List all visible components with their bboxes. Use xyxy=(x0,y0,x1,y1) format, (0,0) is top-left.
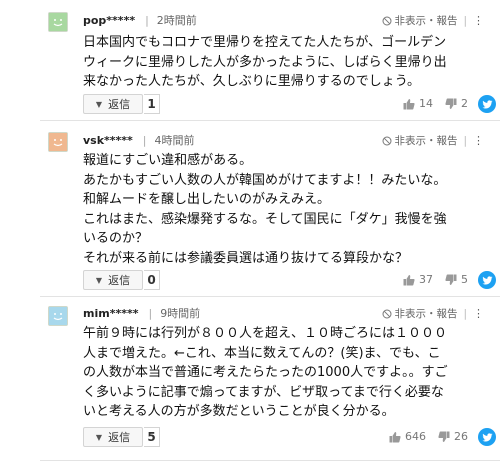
comment-line: く多いように記事で煽ってますが、ビザ取ってまで行く必要な xyxy=(83,384,444,400)
ban-icon xyxy=(382,309,392,318)
comment-line: 来なかった人たちが、久しぶりに里帰りするのでしょう。 xyxy=(83,74,420,90)
twitter-share-button[interactable] xyxy=(478,271,496,289)
caret-down-icon: ▼ xyxy=(95,99,103,109)
more-options-icon[interactable]: ⋮ xyxy=(473,14,484,27)
avatar[interactable] xyxy=(48,306,68,326)
reply-label: 返信 xyxy=(108,274,131,287)
dislike-count: 5 xyxy=(461,273,468,286)
ban-icon xyxy=(382,16,392,25)
comment-line: の人数が本当で普通に考えたらたったの1000人ですよ。。すご xyxy=(83,365,448,381)
comment-line: あたかもすごい人数の人が韓国めがけてますよ！！みたいな。 xyxy=(83,172,447,188)
comment-username[interactable]: vsk***** xyxy=(83,134,133,147)
thumbs-up-icon xyxy=(403,274,415,285)
caret-down-icon: ▼ xyxy=(95,275,103,285)
comment-line: 人まで増えた。←これ、本当に数えてんの？(笑)ま、でも、こ xyxy=(83,345,441,361)
like-button[interactable]: 646 xyxy=(389,430,426,443)
comment-time: 4時間前 xyxy=(154,134,195,147)
comment-line: それが来る前には参議委員選は通り抜けてる算段かな？ xyxy=(83,250,409,266)
comment-time: 9時間前 xyxy=(160,307,201,320)
hide-report-label: 非表示・報告 xyxy=(394,308,458,320)
smiley-avatar-icon xyxy=(49,133,67,151)
reply-count: 5 xyxy=(144,427,160,447)
reply-count: 1 xyxy=(144,94,160,114)
dislike-count: 26 xyxy=(454,430,468,443)
comment-line: 報道にすごい違和感がある。 xyxy=(83,153,253,168)
like-count: 37 xyxy=(419,273,433,286)
vote-area: 14 2 xyxy=(403,97,468,110)
reply-label: 返信 xyxy=(108,98,131,111)
hide-report-link[interactable]: 非表示・報告 xyxy=(382,13,457,28)
comment-line: 和解ムードを醸し出したいのがみえみえ。 xyxy=(83,192,331,208)
comment-line: 日本国内でもコロナで里帰りを控えてた人たちが、ゴールデン xyxy=(83,35,447,50)
hide-report-label: 非表示・報告 xyxy=(394,15,458,27)
comment-item: mim***** | 9時間前 非表示・報告 | ⋮ 午前９時には行列が８００人を超… xyxy=(40,297,500,461)
twitter-bird-icon xyxy=(481,99,493,109)
comment-line: いと考える人の方が多数だということが良く分かる。 xyxy=(83,404,395,420)
avatar[interactable] xyxy=(48,132,68,152)
reply-button[interactable]: ▼ 返信 xyxy=(83,270,143,290)
hide-report-label: 非表示・報告 xyxy=(394,135,458,147)
comment-meta: pop***** | 2時間前 xyxy=(83,14,197,28)
like-count: 14 xyxy=(419,97,433,110)
comment-line: 午前９時には行列が８００人を超え、１０時ごろには１０００ xyxy=(83,326,448,341)
comment-top-actions: 非表示・報告 | ⋮ xyxy=(382,13,484,28)
comment-body: 日本国内でもコロナで里帰りを控えてた人たちが、ゴールデン ウィークに里帰りした人が… xyxy=(83,33,467,92)
smiley-avatar-icon xyxy=(49,13,67,31)
comment-line: これはまた、感染爆発するな。そして国民に「ダケ」我慢を強 xyxy=(83,211,447,227)
dislike-button[interactable]: 5 xyxy=(445,273,468,286)
hide-report-link[interactable]: 非表示・報告 xyxy=(382,306,457,321)
thumbs-down-icon xyxy=(445,98,457,109)
ban-icon xyxy=(382,136,392,145)
thumbs-up-icon xyxy=(389,431,401,442)
comment-meta: vsk***** | 4時間前 xyxy=(83,134,195,148)
comment-time: 2時間前 xyxy=(156,14,197,27)
comment-meta: mim***** | 9時間前 xyxy=(83,307,200,321)
action-divider: | xyxy=(463,14,467,27)
like-count: 646 xyxy=(405,430,426,443)
dislike-count: 2 xyxy=(461,97,468,110)
comment-item: pop***** | 2時間前 非表示・報告 | ⋮ 日本国内でもコロナで里帰りを控… xyxy=(40,0,500,121)
comment-body: 報道にすごい違和感がある。あたかもすごい人数の人が韓国めがけてますよ！！みたいな… xyxy=(83,151,467,269)
comment-top-actions: 非表示・報告 | ⋮ xyxy=(382,133,484,148)
dislike-button[interactable]: 2 xyxy=(445,97,468,110)
comment-line: いるのか？ xyxy=(83,231,149,247)
twitter-bird-icon xyxy=(481,275,493,285)
dislike-button[interactable]: 26 xyxy=(438,430,468,443)
reply-button[interactable]: ▼ 返信 xyxy=(83,427,143,447)
meta-divider: | xyxy=(142,134,147,147)
caret-down-icon: ▼ xyxy=(95,432,103,442)
thumbs-down-icon xyxy=(438,431,450,442)
reply-count: 0 xyxy=(144,270,160,290)
thumbs-up-icon xyxy=(403,98,415,109)
vote-area: 37 5 xyxy=(403,273,468,286)
avatar[interactable] xyxy=(48,12,68,32)
action-divider: | xyxy=(463,307,467,320)
comment-username[interactable]: mim***** xyxy=(83,307,138,320)
comment-top-actions: 非表示・報告 | ⋮ xyxy=(382,306,484,321)
smiley-avatar-icon xyxy=(49,307,67,325)
meta-divider: | xyxy=(145,14,149,27)
thumbs-down-icon xyxy=(445,274,457,285)
meta-divider: | xyxy=(148,307,153,320)
twitter-share-button[interactable] xyxy=(478,428,496,446)
more-options-icon[interactable]: ⋮ xyxy=(473,134,484,147)
comment-body: 午前９時には行列が８００人を超え、１０時ごろには１０００ 人まで増えた。←これ、本… xyxy=(83,324,467,422)
like-button[interactable]: 37 xyxy=(403,273,433,286)
comment-username[interactable]: pop***** xyxy=(83,14,135,27)
reply-button[interactable]: ▼ 返信 xyxy=(83,94,143,114)
twitter-bird-icon xyxy=(481,432,493,442)
comment-item: vsk***** | 4時間前 非表示・報告 | ⋮ 報道にすごい違和感がある。あた… xyxy=(40,121,500,297)
like-button[interactable]: 14 xyxy=(403,97,433,110)
hide-report-link[interactable]: 非表示・報告 xyxy=(382,133,457,148)
reply-label: 返信 xyxy=(108,431,131,444)
vote-area: 646 26 xyxy=(389,430,468,443)
action-divider: | xyxy=(463,134,467,147)
twitter-share-button[interactable] xyxy=(478,95,496,113)
comment-line: ウィークに里帰りした人が多かったように、しばらく里帰り出 xyxy=(83,54,447,70)
more-options-icon[interactable]: ⋮ xyxy=(473,307,484,320)
